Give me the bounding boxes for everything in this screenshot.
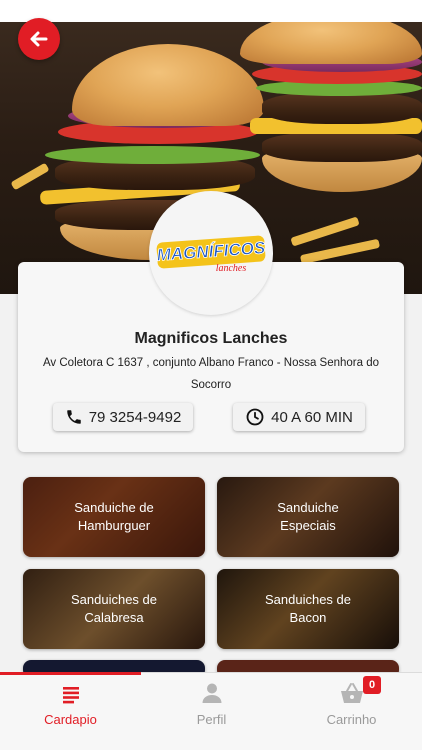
- clock-icon: [246, 408, 264, 426]
- user-icon: [202, 683, 221, 703]
- category-label: Sanduiches de Bacon: [264, 592, 351, 625]
- tab-label-cardapio: Cardapio: [44, 712, 97, 727]
- delivery-time-badge: 40 A 60 MIN: [233, 403, 365, 431]
- arrow-left-icon: [30, 31, 48, 47]
- store-logo-image: MAGNÍFICOS lanches: [156, 235, 267, 274]
- tab-label-perfil: Perfil: [196, 712, 227, 727]
- active-tab-indicator: [0, 672, 141, 675]
- category-tile-hamburguer[interactable]: Sanduiche de Hamburguer: [23, 477, 205, 557]
- back-button[interactable]: [18, 18, 60, 60]
- tab-carrinho[interactable]: 0 Carrinho: [281, 676, 422, 728]
- category-label: Sanduiches de Calabresa: [70, 592, 157, 625]
- menu-list-icon: [62, 687, 79, 704]
- store-name: Magnificos Lanches: [134, 330, 288, 347]
- category-label: Sanduiche Especiais: [277, 500, 339, 533]
- logo-subtext: lanches: [216, 263, 247, 274]
- cart-count-badge: 0: [363, 676, 381, 694]
- category-tile-calabresa[interactable]: Sanduiches de Calabresa: [23, 569, 205, 649]
- status-bar: [0, 0, 422, 22]
- tab-label-carrinho: Carrinho: [326, 712, 377, 727]
- tab-perfil[interactable]: Perfil: [141, 678, 282, 728]
- category-tile-especiais[interactable]: Sanduiche Especiais: [217, 477, 399, 557]
- tab-cardapio[interactable]: Cardapio: [0, 678, 141, 728]
- basket-icon: [340, 683, 363, 703]
- bun-top: [72, 44, 264, 126]
- store-address: Av Coletora C 1637 , conjunto Albano Fra…: [42, 357, 380, 391]
- category-label: Sanduiche de Hamburguer: [74, 500, 154, 533]
- category-tile-bacon[interactable]: Sanduiches de Bacon: [217, 569, 399, 649]
- store-logo: MAGNÍFICOS lanches: [149, 191, 273, 315]
- phone-icon: [66, 410, 81, 424]
- phone-button[interactable]: 79 3254-9492: [53, 403, 193, 431]
- delivery-time: 40 A 60 MIN: [271, 408, 353, 426]
- phone-number: 79 3254-9492: [88, 408, 182, 426]
